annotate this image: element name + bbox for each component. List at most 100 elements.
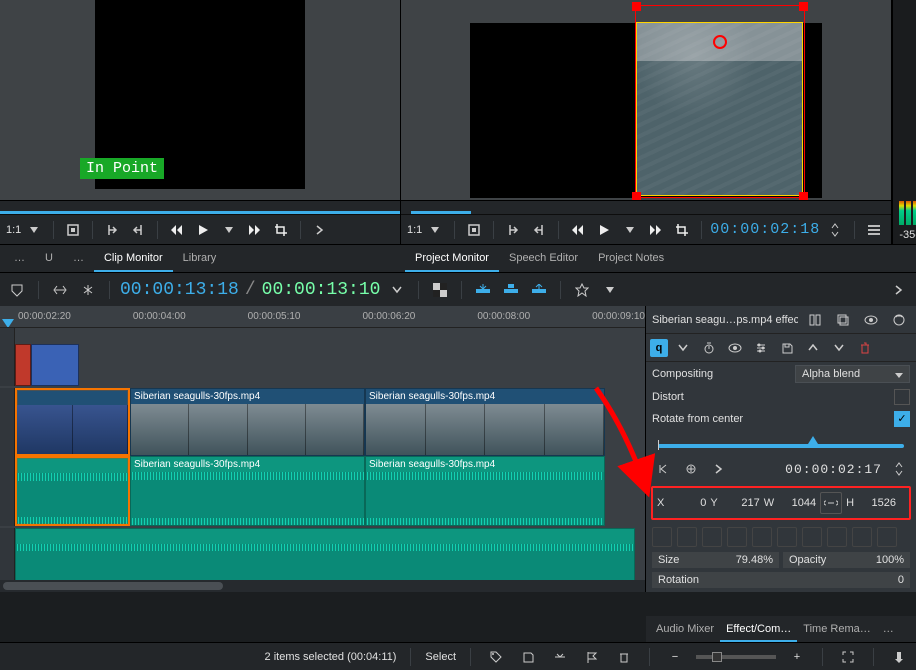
- tab-project-monitor[interactable]: Project Monitor: [405, 247, 499, 272]
- clip-set-out-icon[interactable]: [127, 219, 149, 241]
- fx-stopwatch-icon[interactable]: [698, 337, 720, 359]
- opacity-field[interactable]: Opacity100%: [783, 552, 910, 568]
- project-tc-stepper[interactable]: [824, 219, 846, 241]
- timeline-tc-dropdown[interactable]: [386, 279, 408, 301]
- fit-both-icon[interactable]: [852, 527, 872, 547]
- clip-more-button[interactable]: [309, 219, 331, 241]
- tool-insert-button[interactable]: [472, 279, 494, 301]
- fit-width-icon[interactable]: [802, 527, 822, 547]
- clip-video-1[interactable]: Siberian seagulls-30fps.mp4: [130, 388, 365, 456]
- fx-down-icon[interactable]: [828, 337, 850, 359]
- status-fit-icon[interactable]: [837, 646, 859, 668]
- tab-unknown-2[interactable]: …: [63, 247, 94, 272]
- project-set-out-icon[interactable]: [528, 219, 550, 241]
- tab-library[interactable]: Library: [173, 247, 227, 272]
- clip-rewind-button[interactable]: [166, 219, 188, 241]
- tool-checker-icon[interactable]: [429, 279, 451, 301]
- timeline-more-button[interactable]: [888, 279, 910, 301]
- rotation-field[interactable]: Rotation0: [652, 572, 910, 588]
- tab-unknown-1[interactable]: …: [4, 247, 35, 272]
- clip-video-2[interactable]: Siberian seagulls-30fps.mp4: [365, 388, 605, 456]
- tool-trim-in-button[interactable]: [49, 279, 71, 301]
- fit-height-icon[interactable]: [827, 527, 847, 547]
- clip-audio-2[interactable]: Siberian seagulls-30fps.mp4: [365, 456, 605, 526]
- tool-lift-button[interactable]: [528, 279, 550, 301]
- clip-video-selected[interactable]: [15, 388, 130, 456]
- status-render-icon[interactable]: [888, 646, 910, 668]
- project-hamburger-button[interactable]: [863, 219, 885, 241]
- clip-fullscreen-button[interactable]: [62, 219, 84, 241]
- timeline-position[interactable]: 00:00:13:18: [120, 280, 239, 300]
- kf-tc-stepper[interactable]: [888, 458, 910, 480]
- tab-effect-compositions[interactable]: Effect/Com…: [720, 619, 797, 642]
- align-hcenter-icon[interactable]: [677, 527, 697, 547]
- fx-sliders-icon[interactable]: [750, 337, 772, 359]
- status-tag-icon[interactable]: [485, 646, 507, 668]
- clip-forward-button[interactable]: [244, 219, 266, 241]
- tab-u[interactable]: U: [35, 247, 63, 272]
- w-value[interactable]: 1044: [776, 497, 816, 509]
- clip-play-dropdown[interactable]: [218, 219, 240, 241]
- tool-favorite-button[interactable]: [571, 279, 593, 301]
- tab-project-notes[interactable]: Project Notes: [588, 247, 674, 272]
- project-crop-button[interactable]: [671, 219, 693, 241]
- original-size-icon[interactable]: [877, 527, 897, 547]
- clip-crop-button[interactable]: [270, 219, 292, 241]
- status-trash-icon[interactable]: [613, 646, 635, 668]
- project-forward-button[interactable]: [645, 219, 667, 241]
- tab-speech-editor[interactable]: Speech Editor: [499, 247, 588, 272]
- status-save-icon[interactable]: [517, 646, 539, 668]
- distort-checkbox[interactable]: [894, 389, 910, 405]
- clip-audio-1[interactable]: Siberian seagulls-30fps.mp4: [130, 456, 365, 526]
- clip-color[interactable]: [31, 344, 79, 386]
- kf-next-icon[interactable]: [708, 458, 730, 480]
- project-monitor-ruler[interactable]: [401, 200, 891, 214]
- timeline-scrollbar[interactable]: [0, 580, 645, 592]
- fx-eye-icon[interactable]: [724, 337, 746, 359]
- tab-time-remap[interactable]: Time Rema…: [797, 619, 876, 642]
- y-value[interactable]: 217: [720, 497, 760, 509]
- keyframe-timecode[interactable]: 00:00:02:17: [785, 462, 882, 477]
- fx-split-icon[interactable]: [804, 309, 826, 331]
- fx-save-icon[interactable]: [776, 337, 798, 359]
- transform-handles[interactable]: [635, 5, 805, 198]
- fx-reset-icon[interactable]: [888, 309, 910, 331]
- link-wh-icon[interactable]: [820, 492, 842, 514]
- tab-clip-monitor[interactable]: Clip Monitor: [94, 247, 173, 272]
- align-right-icon[interactable]: [702, 527, 722, 547]
- compositing-select[interactable]: Alpha blend: [795, 365, 910, 383]
- keyframe-slider[interactable]: [646, 430, 916, 456]
- status-flag-icon[interactable]: [581, 646, 603, 668]
- clip-monitor-ruler[interactable]: [0, 200, 400, 214]
- project-rewind-button[interactable]: [567, 219, 589, 241]
- fx-expand-icon[interactable]: [672, 337, 694, 359]
- align-vcenter-icon[interactable]: [752, 527, 772, 547]
- fx-visible-icon[interactable]: [860, 309, 882, 331]
- status-snap-icon[interactable]: [549, 646, 571, 668]
- project-monitor-canvas[interactable]: [401, 0, 891, 200]
- timeline-tracks[interactable]: Siberian seagulls-30fps.mp4 Siberian sea…: [0, 328, 645, 580]
- x-value[interactable]: 0: [666, 497, 706, 509]
- clip-zoom-dropdown[interactable]: [23, 219, 45, 241]
- kf-prev-icon[interactable]: [652, 458, 674, 480]
- project-play-button[interactable]: [593, 219, 615, 241]
- status-zoom-out-icon[interactable]: −: [664, 646, 686, 668]
- project-set-in-icon[interactable]: [502, 219, 524, 241]
- clip-audio-selected[interactable]: [15, 456, 130, 526]
- project-play-dropdown[interactable]: [619, 219, 641, 241]
- timeline-ruler[interactable]: 00:00:02:20 00:00:04:00 00:00:05:10 00:0…: [0, 306, 645, 328]
- h-value[interactable]: 1526: [856, 497, 896, 509]
- fx-delete-icon[interactable]: [854, 337, 876, 359]
- tool-trim-out-button[interactable]: [77, 279, 99, 301]
- tool-marker-button[interactable]: [6, 279, 28, 301]
- clip-monitor-canvas[interactable]: In Point: [0, 0, 400, 200]
- clip-audio-long[interactable]: [15, 528, 635, 580]
- project-zoom-dropdown[interactable]: [424, 219, 446, 241]
- fx-copy-icon[interactable]: [832, 309, 854, 331]
- rotate-center-checkbox[interactable]: [894, 411, 910, 427]
- project-fullscreen-button[interactable]: [463, 219, 485, 241]
- tab-more[interactable]: …: [877, 619, 900, 642]
- size-field[interactable]: Size79.48%: [652, 552, 779, 568]
- align-bottom-icon[interactable]: [777, 527, 797, 547]
- fx-up-icon[interactable]: [802, 337, 824, 359]
